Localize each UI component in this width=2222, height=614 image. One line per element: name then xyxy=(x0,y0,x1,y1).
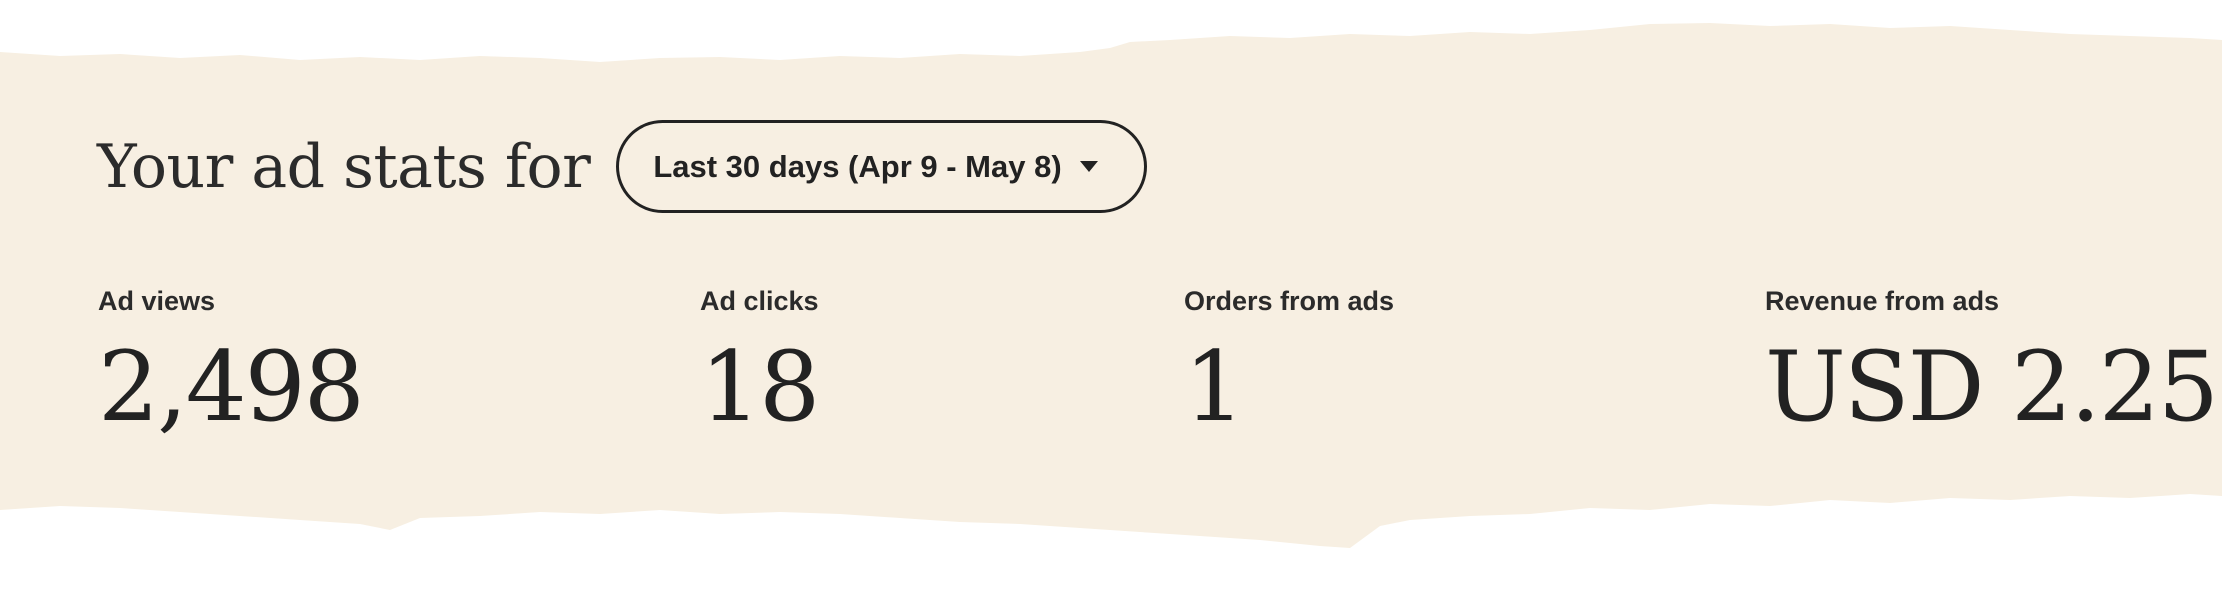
stat-value: USD 2.25 xyxy=(1765,331,2219,443)
stat-label: Revenue from ads xyxy=(1765,286,2000,316)
stat-label: Ad clicks xyxy=(700,286,819,316)
stat-value: 2,498 xyxy=(98,331,365,443)
page-title: Your ad stats for xyxy=(97,131,591,202)
stat-label: Ad views xyxy=(98,286,216,316)
title-row: Your ad stats for Last 30 days (Apr 9 - … xyxy=(97,118,1147,215)
ad-stats-panel: Your ad stats for Last 30 days (Apr 9 - … xyxy=(0,0,2222,614)
stat-value: 1 xyxy=(1184,331,1245,443)
caret-down-icon xyxy=(1079,161,1098,172)
date-range-dropdown[interactable]: Last 30 days (Apr 9 - May 8) xyxy=(616,120,1147,213)
stat-ad-views: Ad views 2,498 xyxy=(98,286,365,443)
stat-ad-clicks: Ad clicks 18 xyxy=(700,286,820,443)
stat-label: Orders from ads xyxy=(1184,286,1395,316)
stat-orders-from-ads: Orders from ads 1 xyxy=(1184,286,1394,435)
date-range-label: Last 30 days (Apr 9 - May 8) xyxy=(653,148,1062,184)
stat-revenue-from-ads: Revenue from ads USD 2.25 xyxy=(1765,286,2219,443)
stat-value: 18 xyxy=(700,331,820,443)
